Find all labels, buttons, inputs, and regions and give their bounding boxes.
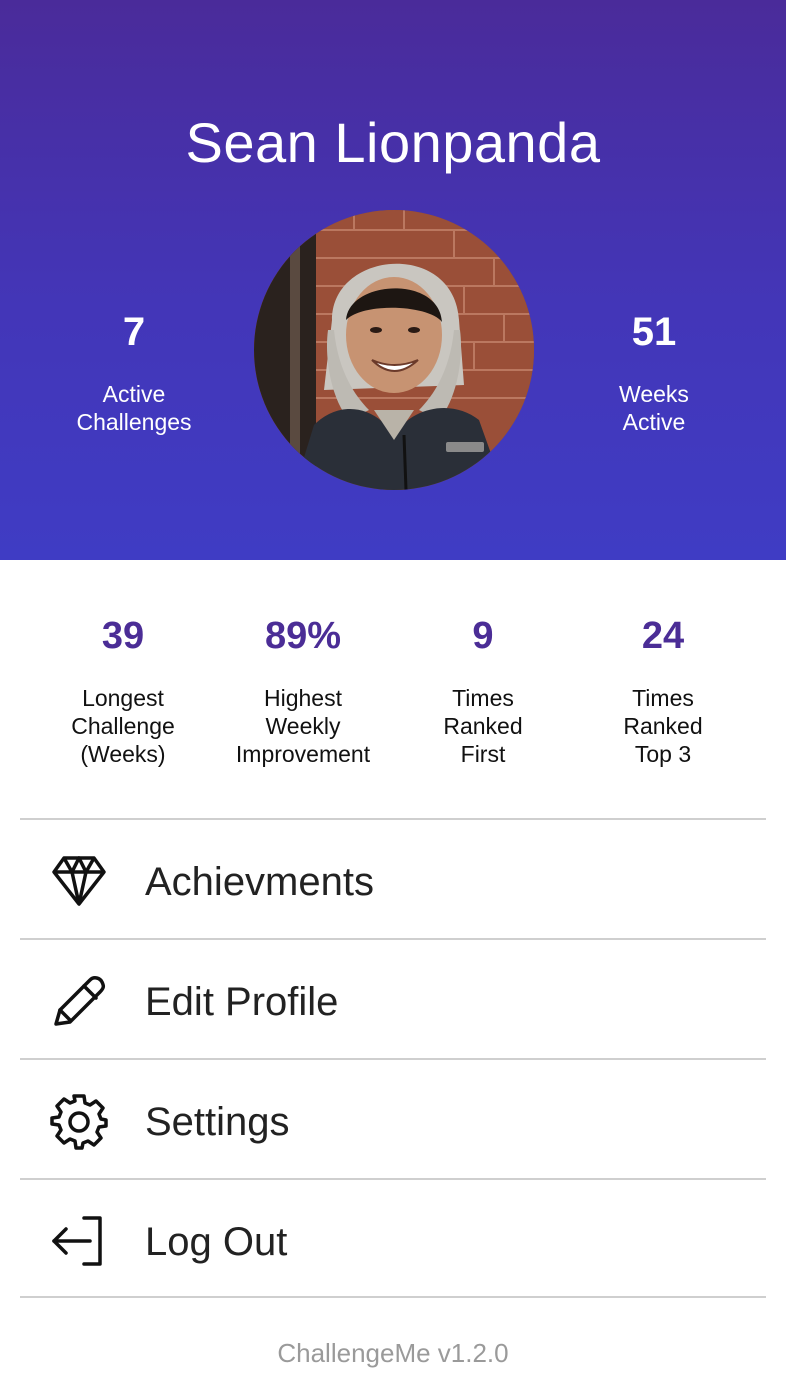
app-version: ChallengeMe v1.2.0 <box>277 1338 509 1368</box>
stat-label: Times Ranked Top 3 <box>623 685 703 767</box>
menu-label: Settings <box>145 1100 290 1144</box>
weeks-active-value: 51 <box>631 310 677 354</box>
stat-value: 9 <box>472 615 494 657</box>
diamond-icon <box>52 856 106 906</box>
avatar[interactable] <box>254 210 534 490</box>
stat-label: Times Ranked First <box>443 685 523 767</box>
pencil-icon <box>54 976 106 1026</box>
avatar-photo <box>254 210 534 490</box>
stat-times-ranked-top3: 24 Times Ranked Top 3 <box>573 612 753 768</box>
menu-item-edit-profile[interactable]: Edit Profile <box>20 938 766 1058</box>
menu-label: Achievments <box>145 860 374 904</box>
menu-item-achievements[interactable]: Achievments <box>20 818 766 938</box>
active-challenges-value: 7 <box>122 310 146 354</box>
stat-longest-challenge: 39 Longest Challenge (Weeks) <box>33 612 213 768</box>
active-challenges-label: Active Challenges <box>76 381 192 435</box>
menu-item-settings[interactable]: Settings <box>20 1058 766 1178</box>
menu-label: Edit Profile <box>145 980 339 1024</box>
stats-row: 39 Longest Challenge (Weeks) 89% Highest… <box>33 612 753 792</box>
logout-icon <box>52 1216 102 1266</box>
stat-value: 39 <box>101 615 145 657</box>
stat-highest-improvement: 89% Highest Weekly Improvement <box>213 612 393 768</box>
weeks-active-stat: 51 Weeks Active <box>554 306 754 436</box>
stat-times-ranked-first: 9 Times Ranked First <box>393 612 573 768</box>
stat-label: Longest Challenge (Weeks) <box>71 685 175 767</box>
menu-item-log-out[interactable]: Log Out <box>20 1178 766 1298</box>
gear-icon <box>50 1094 108 1150</box>
weeks-active-label: Weeks Active <box>619 381 689 435</box>
stat-value: 89% <box>264 615 342 657</box>
menu-label: Log Out <box>145 1220 288 1264</box>
profile-menu: Achievments Edit Profile Settings Log Ou… <box>20 818 766 1298</box>
stat-label: Highest Weekly Improvement <box>235 685 371 767</box>
stat-value: 24 <box>641 615 685 657</box>
active-challenges-stat: 7 Active Challenges <box>34 306 234 436</box>
profile-header: Sean Lionpanda 7 Active Challenges 51 We… <box>0 0 786 560</box>
user-name: Sean Lionpanda <box>185 111 601 174</box>
